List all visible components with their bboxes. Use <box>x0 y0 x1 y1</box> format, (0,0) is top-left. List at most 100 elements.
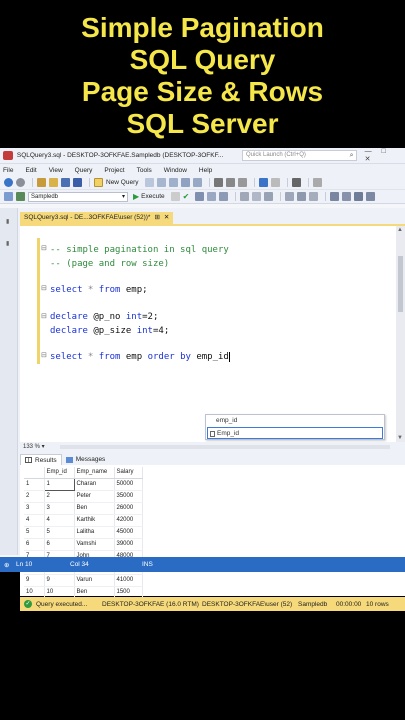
emp-id-cell[interactable]: 3 <box>44 502 75 515</box>
open-folder-icon[interactable] <box>49 178 58 187</box>
scroll-up-icon[interactable]: ▲ <box>397 227 403 233</box>
salary-cell[interactable]: 45000 <box>114 526 143 539</box>
collapse-icon[interactable]: ⊟ <box>41 244 47 252</box>
emp-id-cell[interactable]: 6 <box>44 538 75 551</box>
close-tab-icon[interactable]: ✕ <box>164 212 169 224</box>
results-to-file-icon[interactable] <box>308 192 318 201</box>
comment-icon[interactable] <box>329 192 339 201</box>
tab-messages[interactable]: Messages <box>62 454 110 465</box>
salary-cell[interactable]: 35000 <box>114 490 143 503</box>
change-connection-icon[interactable] <box>16 192 25 201</box>
increase-indent-icon[interactable] <box>365 192 375 201</box>
column-header[interactable]: Emp_id <box>44 467 75 479</box>
save-icon[interactable] <box>61 178 70 187</box>
intellisense-item-selected[interactable]: Emp_id <box>207 427 383 439</box>
forward-icon[interactable] <box>16 178 25 187</box>
emp-name-cell[interactable]: Charan <box>74 478 115 491</box>
xmla-query-icon[interactable] <box>180 178 190 187</box>
intellisense-item[interactable]: emp_id <box>206 415 384 427</box>
collapse-icon[interactable]: ⊟ <box>41 351 47 359</box>
row-number-cell[interactable]: 6 <box>24 538 45 551</box>
menu-tools[interactable]: Tools <box>137 167 152 174</box>
tab-sqlquery3[interactable]: SQLQuery3.sql - DE...3OFKFAE\user (52))*… <box>20 212 174 224</box>
collapse-icon[interactable]: ⊟ <box>41 284 47 292</box>
menu-file[interactable]: File <box>3 167 13 174</box>
emp-name-cell[interactable]: Karthik <box>74 514 115 527</box>
row-number-cell[interactable]: 4 <box>24 514 45 527</box>
estimated-plan-icon[interactable] <box>194 192 204 201</box>
table-row[interactable]: 6 6 Vamshi 39000 <box>24 538 143 551</box>
column-header[interactable]: Salary <box>114 467 143 479</box>
new-file-icon[interactable] <box>37 178 46 187</box>
emp-name-cell[interactable]: Lalitha <box>74 526 115 539</box>
results-to-grid-icon[interactable] <box>296 192 306 201</box>
menu-view[interactable]: View <box>49 167 63 174</box>
solution-explorer-icon[interactable] <box>291 178 301 187</box>
tab-results[interactable]: Results <box>20 454 62 465</box>
new-query-button[interactable]: New Query <box>106 179 139 186</box>
uncomment-icon[interactable] <box>341 192 351 201</box>
scroll-thumb[interactable] <box>398 256 403 312</box>
new-query-icon[interactable] <box>94 178 103 187</box>
mdx-query-icon[interactable] <box>156 178 166 187</box>
scroll-down-icon[interactable]: ▼ <box>397 435 403 441</box>
menu-window[interactable]: Window <box>164 167 187 174</box>
toolbar-options-icon[interactable] <box>312 178 322 187</box>
row-number-cell[interactable]: 5 <box>24 526 45 539</box>
emp-id-cell[interactable]: 5 <box>44 526 75 539</box>
window-controls[interactable]: — □ ✕ <box>365 148 405 163</box>
include-plan-icon[interactable] <box>239 192 249 201</box>
quick-launch-input[interactable]: Quick Launch (Ctrl+Q) ⌕ <box>242 150 357 161</box>
redo-icon[interactable] <box>270 178 280 187</box>
decrease-indent-icon[interactable] <box>353 192 363 201</box>
connect-icon[interactable] <box>4 192 13 201</box>
execute-button[interactable]: Execute <box>141 193 165 200</box>
row-number-cell[interactable]: 3 <box>24 502 45 515</box>
copy-icon[interactable] <box>225 178 235 187</box>
emp-name-cell[interactable]: Ben <box>74 502 115 515</box>
salary-cell[interactable]: 39000 <box>114 538 143 551</box>
save-all-icon[interactable] <box>73 178 82 187</box>
editor-vertical-scrollbar[interactable]: ▲ ▼ <box>396 226 405 442</box>
row-number-cell[interactable]: 2 <box>24 490 45 503</box>
dmx-query-icon[interactable] <box>168 178 178 187</box>
stop-icon[interactable] <box>170 192 180 201</box>
salary-cell[interactable]: 50000 <box>114 478 143 491</box>
cut-icon[interactable] <box>213 178 223 187</box>
emp-id-cell[interactable]: 1 <box>43 478 75 491</box>
paste-icon[interactable] <box>237 178 247 187</box>
table-row[interactable]: 3 3 Ben 26000 <box>24 502 143 515</box>
database-select[interactable]: Sampledb ▾ <box>28 191 128 202</box>
client-stats-icon[interactable] <box>263 192 273 201</box>
table-row[interactable]: 2 2 Peter 35000 <box>24 490 143 503</box>
editor-horizontal-scrollbar[interactable] <box>60 445 390 449</box>
intellisense-icon[interactable] <box>218 192 228 201</box>
emp-id-cell[interactable]: 9 <box>44 574 75 587</box>
table-row[interactable]: 4 4 Karthik 42000 <box>24 514 143 527</box>
emp-name-cell[interactable]: Peter <box>74 490 115 503</box>
live-stats-icon[interactable] <box>251 192 261 201</box>
menu-edit[interactable]: Edit <box>25 167 36 174</box>
undo-icon[interactable] <box>258 178 268 187</box>
parse-check-icon[interactable]: ✔ <box>183 192 192 201</box>
back-icon[interactable] <box>4 178 13 187</box>
table-row[interactable]: 1 1 Charan 50000 <box>24 478 143 491</box>
execute-icon[interactable]: ▶ <box>133 192 139 201</box>
collapse-icon[interactable]: ⊟ <box>41 312 47 320</box>
row-number-cell[interactable]: 9 <box>24 574 45 587</box>
menu-project[interactable]: Project <box>104 167 124 174</box>
emp-id-cell[interactable]: 4 <box>44 514 75 527</box>
salary-cell[interactable]: 41000 <box>114 574 143 587</box>
menu-query[interactable]: Query <box>75 167 93 174</box>
table-row[interactable]: 5 5 Lalitha 45000 <box>24 526 143 539</box>
pin-icon[interactable]: ▮ <box>6 218 9 225</box>
column-header[interactable]: Emp_name <box>74 467 115 479</box>
zoom-select[interactable]: 133 % <box>23 444 40 450</box>
emp-name-cell[interactable]: Vamshi <box>74 538 115 551</box>
row-number-cell[interactable]: 1 <box>24 478 45 491</box>
object-explorer-collapsed[interactable]: ▮ ▮ <box>0 208 18 555</box>
menu-help[interactable]: Help <box>199 167 212 174</box>
dax-query-icon[interactable] <box>192 178 202 187</box>
results-grid[interactable]: Emp_id Emp_name Salary 1 1 Charan 50000 2 2 Pe… <box>20 465 405 599</box>
salary-cell[interactable]: 42000 <box>114 514 143 527</box>
